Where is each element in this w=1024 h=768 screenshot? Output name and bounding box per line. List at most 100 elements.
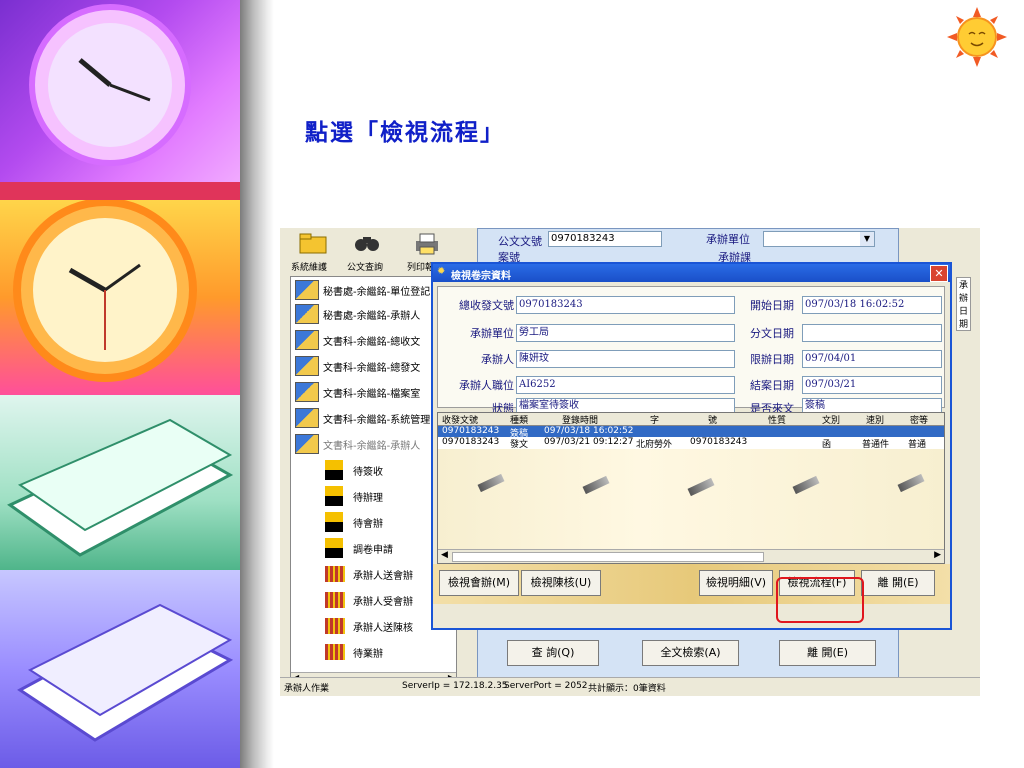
- unit-select[interactable]: ▼: [763, 231, 875, 247]
- status-role: 承辦人作業: [284, 684, 330, 694]
- printer-icon[interactable]: [412, 231, 446, 255]
- tree-item-label: 文書科-余繼銘-總收文: [323, 336, 421, 348]
- document-icon: [295, 304, 319, 324]
- orange-clock-image: [0, 198, 240, 395]
- table-row-selected[interactable]: 0970183243 簽稿 097/03/18 16:02:52: [438, 426, 944, 439]
- status-count: 共計顯示：0筆資料: [588, 684, 666, 694]
- books-icon: [17, 603, 234, 742]
- column-header[interactable]: 性質: [768, 413, 786, 426]
- unit-label: 承辦單位: [470, 327, 514, 340]
- close-icon[interactable]: ✕: [930, 265, 948, 282]
- unit-field[interactable]: 勞工局: [516, 324, 735, 342]
- tree-item[interactable]: 文書科-余繼銘-檔案室: [295, 381, 420, 403]
- bar-chart-icon: [325, 592, 345, 608]
- table-row[interactable]: 0970183243 發文 097/03/21 09:12:27 北府勞外 09…: [438, 437, 944, 450]
- tree-subitem-label: 待會辦: [353, 518, 383, 530]
- column-header[interactable]: 種類: [510, 413, 528, 426]
- tree-subitem-label: 待簽收: [353, 466, 383, 478]
- bar-chart-icon: [325, 566, 345, 582]
- pen-icon: [897, 473, 925, 493]
- document-icon: [295, 330, 319, 350]
- doc-number-label: 公文文號: [498, 235, 542, 248]
- column-header[interactable]: 文別: [822, 413, 840, 426]
- tree-subitem[interactable]: 承辦人送會辦: [325, 563, 413, 585]
- tree-item-label: 秘書處-余繼銘-承辦人: [323, 310, 421, 322]
- folder-icon[interactable]: [298, 231, 332, 255]
- scroll-right-icon[interactable]: ▶: [934, 550, 941, 560]
- view-detail-button[interactable]: 檢視明細(V): [699, 570, 773, 596]
- scroll-left-icon[interactable]: ◀: [441, 550, 448, 560]
- tree-subitem[interactable]: 待辦理: [325, 485, 383, 507]
- position-field[interactable]: AI6252: [516, 376, 735, 394]
- column-header[interactable]: 字: [650, 413, 659, 426]
- leave-button[interactable]: 離 開(E): [861, 570, 935, 596]
- close-date-label: 結案日期: [750, 379, 794, 392]
- sun-small-icon: ✹: [437, 266, 446, 277]
- sun-icon: [947, 7, 1007, 67]
- scroll-thumb[interactable]: [452, 552, 764, 562]
- tree-item-label: 秘書處-余繼銘-單位登記: [323, 286, 431, 298]
- tree-subitem[interactable]: 待簽收: [325, 459, 383, 481]
- dialog-title: 檢視卷宗資料: [451, 271, 511, 282]
- submit-review-button[interactable]: 檢視陳核(U): [521, 570, 601, 596]
- case-detail-dialog: ✹ 檢視卷宗資料 ✕ 總收發文號 0970183243 承辦單位 勞工局 承辦人…: [431, 262, 952, 630]
- doc-no-field[interactable]: 0970183243: [516, 296, 735, 314]
- column-header[interactable]: 登錄時間: [562, 413, 598, 426]
- tree-subitem-label: 承辦人送會辦: [353, 570, 413, 582]
- dialog-titlebar[interactable]: ✹ 檢視卷宗資料 ✕: [433, 264, 950, 282]
- tree-subitem-label: 調卷申請: [353, 544, 393, 556]
- tree-item[interactable]: 文書科-余繼銘-系統管理: [295, 407, 430, 429]
- document-icon: [295, 434, 319, 454]
- toolbar-label-system[interactable]: 系統維護: [291, 260, 327, 273]
- status-server-ip: ServerIp = 172.18.2.35: [402, 681, 508, 691]
- tree-subitem[interactable]: 承辦人受會辦: [325, 589, 413, 611]
- tree-item[interactable]: 秘書處-余繼銘-承辦人: [295, 303, 420, 325]
- handler-field[interactable]: 陳妍玟: [516, 350, 735, 368]
- close-date-field[interactable]: 097/03/21: [802, 376, 942, 394]
- fulltext-search-button[interactable]: 全文檢索(A): [642, 640, 739, 666]
- position-label: 承辦人職位: [459, 379, 514, 392]
- table-cell: 097/03/18 16:02:52: [544, 426, 634, 436]
- table-cell: 0970183243: [690, 437, 748, 447]
- status-bar: 承辦人作業 ServerIp = 172.18.2.35 ServerPort …: [280, 677, 980, 696]
- tree-item[interactable]: 文書科-余繼銘-總發文: [295, 355, 420, 377]
- deadline-label: 限辦日期: [750, 353, 794, 366]
- column-header[interactable]: 收發文號: [442, 413, 478, 426]
- status-server-port: ServerPort = 2052: [504, 681, 588, 691]
- column-header[interactable]: 密等: [910, 413, 928, 426]
- assign-date-field[interactable]: [802, 324, 942, 342]
- tree-subitem-label: 待辦理: [353, 492, 383, 504]
- pen-icon: [687, 477, 715, 497]
- assign-date-label: 分文日期: [750, 327, 794, 340]
- query-button[interactable]: 查 詢(Q): [507, 640, 599, 666]
- books-icon: [7, 418, 234, 557]
- handler-label: 承辦人: [481, 353, 514, 366]
- main-leave-button[interactable]: 離 開(E): [779, 640, 876, 666]
- chevron-down-icon[interactable]: ▼: [860, 232, 874, 246]
- document-icon: [295, 408, 319, 428]
- document-icon: [295, 382, 319, 402]
- tree-subitem[interactable]: 待會辦: [325, 511, 383, 533]
- tree-subitem[interactable]: 待業辦: [325, 641, 383, 663]
- tree-item-selected[interactable]: 文書科-余繼銘-承辦人: [295, 433, 420, 455]
- tree-item-label: 文書科-余繼銘-檔案室: [323, 388, 421, 400]
- slide-title: 點選「檢視流程」: [305, 119, 505, 146]
- tree-subitem[interactable]: 承辦人送陳核: [325, 615, 413, 637]
- doc-no-label: 總收發文號: [459, 299, 514, 312]
- person-icon: [325, 512, 343, 532]
- deadline-field[interactable]: 097/04/01: [802, 350, 942, 368]
- start-date-label: 開始日期: [750, 299, 794, 312]
- tree-item[interactable]: 文書科-余繼銘-總收文: [295, 329, 420, 351]
- table-scrollbar[interactable]: ◀ ▶: [438, 549, 944, 563]
- co-review-button[interactable]: 檢視會辦(M): [439, 570, 519, 596]
- tree-item[interactable]: 秘書處-余繼銘-單位登記: [295, 279, 430, 301]
- binoculars-icon[interactable]: [352, 231, 386, 255]
- toolbar-label-query[interactable]: 公文查詢: [347, 260, 383, 273]
- column-header[interactable]: 速別: [866, 413, 884, 426]
- start-date-field[interactable]: 097/03/18 16:02:52: [802, 296, 942, 314]
- doc-number-field[interactable]: 0970183243: [548, 231, 662, 247]
- column-header[interactable]: 號: [708, 413, 717, 426]
- pen-icon: [477, 473, 505, 493]
- table-cell: 0970183243: [442, 426, 500, 436]
- tree-subitem[interactable]: 調卷申請: [325, 537, 393, 559]
